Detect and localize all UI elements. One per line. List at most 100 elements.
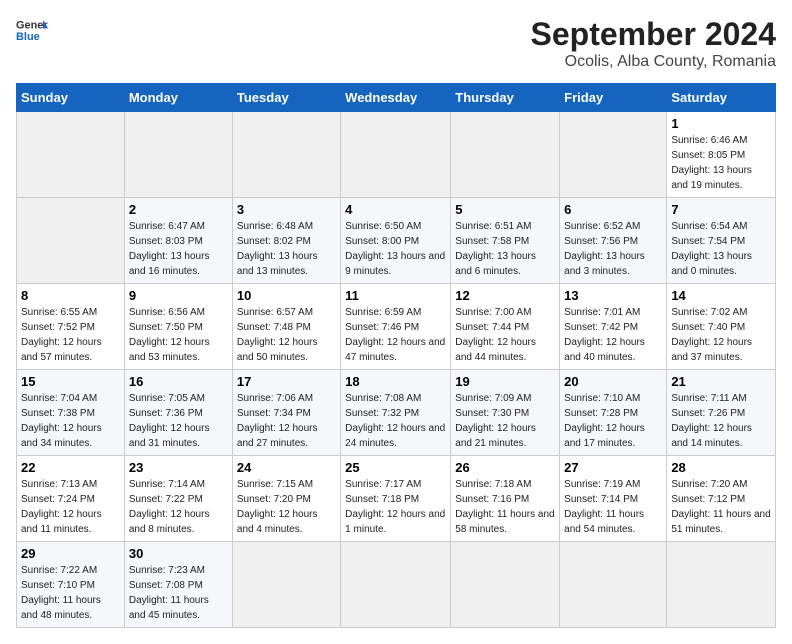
calendar-day-cell: 27Sunrise: 7:19 AMSunset: 7:14 PMDayligh… xyxy=(560,456,667,542)
calendar-day-cell: 4 Sunrise: 6:50 AMSunset: 8:00 PMDaylight… xyxy=(341,198,451,284)
day-info: Sunrise: 6:55 AMSunset: 7:52 PMDaylight:… xyxy=(21,305,120,365)
day-number: 24 xyxy=(237,460,336,475)
day-number: 2 xyxy=(129,202,228,217)
calendar-day-cell xyxy=(451,112,560,198)
calendar-day-cell: 12 Sunrise: 7:00 AMSunset: 7:44 PMDayligh… xyxy=(451,284,560,370)
day-info: Sunrise: 6:46 AMSunset: 8:05 PMDaylight:… xyxy=(671,133,771,193)
day-info: Sunrise: 7:19 AMSunset: 7:14 PMDaylight:… xyxy=(564,477,662,537)
page-subtitle: Ocolis, Alba County, Romania xyxy=(531,53,776,71)
day-info: Sunrise: 7:09 AMSunset: 7:30 PMDaylight:… xyxy=(455,391,555,451)
calendar-day-cell: 13Sunrise: 7:01 AMSunset: 7:42 PMDayligh… xyxy=(560,284,667,370)
day-info: Sunrise: 6:54 AMSunset: 7:54 PMDaylight:… xyxy=(671,219,771,279)
calendar-day-cell: 22 Sunrise: 7:13 AMSunset: 7:24 PMDayligh… xyxy=(17,456,125,542)
calendar-day-cell xyxy=(232,542,340,628)
day-number: 3 xyxy=(237,202,336,217)
day-number: 22 xyxy=(21,460,120,475)
page-title: September 2024 xyxy=(531,16,776,53)
day-info: Sunrise: 7:14 AMSunset: 7:22 PMDaylight:… xyxy=(129,477,228,537)
day-number: 9 xyxy=(129,288,228,303)
day-number: 12 xyxy=(455,288,555,303)
logo: General Blue xyxy=(16,16,48,44)
day-number: 20 xyxy=(564,374,662,389)
calendar-day-cell xyxy=(232,112,340,198)
calendar-day-cell: 6 Sunrise: 6:52 AMSunset: 7:56 PMDaylight… xyxy=(560,198,667,284)
calendar-day-cell xyxy=(560,112,667,198)
header-day-thursday: Thursday xyxy=(451,84,560,112)
calendar-table: SundayMondayTuesdayWednesdayThursdayFrid… xyxy=(16,83,776,628)
day-info: Sunrise: 7:05 AMSunset: 7:36 PMDaylight:… xyxy=(129,391,228,451)
day-info: Sunrise: 7:13 AMSunset: 7:24 PMDaylight:… xyxy=(21,477,120,537)
day-info: Sunrise: 7:18 AMSunset: 7:16 PMDaylight:… xyxy=(455,477,555,537)
day-info: Sunrise: 7:11 AMSunset: 7:26 PMDaylight:… xyxy=(671,391,771,451)
header-day-saturday: Saturday xyxy=(667,84,776,112)
day-info: Sunrise: 7:15 AMSunset: 7:20 PMDaylight:… xyxy=(237,477,336,537)
calendar-week-row: 2 Sunrise: 6:47 AMSunset: 8:03 PMDaylight… xyxy=(17,198,776,284)
calendar-week-row: 15 Sunrise: 7:04 AMSunset: 7:38 PMDayligh… xyxy=(17,370,776,456)
day-info: Sunrise: 7:02 AMSunset: 7:40 PMDaylight:… xyxy=(671,305,771,365)
calendar-day-cell: 17Sunrise: 7:06 AMSunset: 7:34 PMDayligh… xyxy=(232,370,340,456)
day-number: 11 xyxy=(345,288,446,303)
calendar-day-cell: 19 Sunrise: 7:09 AMSunset: 7:30 PMDayligh… xyxy=(451,370,560,456)
calendar-day-cell: 3Sunrise: 6:48 AMSunset: 8:02 PMDaylight… xyxy=(232,198,340,284)
day-number: 10 xyxy=(237,288,336,303)
calendar-day-cell xyxy=(17,112,125,198)
svg-text:Blue: Blue xyxy=(16,31,40,43)
day-info: Sunrise: 6:52 AMSunset: 7:56 PMDaylight:… xyxy=(564,219,662,279)
day-number: 1 xyxy=(671,116,771,131)
day-info: Sunrise: 6:57 AMSunset: 7:48 PMDaylight:… xyxy=(237,305,336,365)
calendar-day-cell xyxy=(17,198,125,284)
calendar-day-cell: 15 Sunrise: 7:04 AMSunset: 7:38 PMDayligh… xyxy=(17,370,125,456)
day-number: 4 xyxy=(345,202,446,217)
title-block: September 2024 Ocolis, Alba County, Roma… xyxy=(531,16,776,71)
calendar-day-cell: 9 Sunrise: 6:56 AMSunset: 7:50 PMDaylight… xyxy=(124,284,232,370)
day-number: 5 xyxy=(455,202,555,217)
calendar-day-cell xyxy=(560,542,667,628)
calendar-day-cell: 18 Sunrise: 7:08 AMSunset: 7:32 PMDayligh… xyxy=(341,370,451,456)
header-day-tuesday: Tuesday xyxy=(232,84,340,112)
calendar-day-cell: 10 Sunrise: 6:57 AMSunset: 7:48 PMDayligh… xyxy=(232,284,340,370)
day-info: Sunrise: 7:23 AMSunset: 7:08 PMDaylight:… xyxy=(129,563,228,623)
calendar-week-row: 1 Sunrise: 6:46 AMSunset: 8:05 PMDaylight… xyxy=(17,112,776,198)
day-number: 8 xyxy=(21,288,120,303)
day-number: 16 xyxy=(129,374,228,389)
calendar-day-cell: 28 Sunrise: 7:20 AMSunset: 7:12 PMDayligh… xyxy=(667,456,776,542)
day-number: 26 xyxy=(455,460,555,475)
calendar-day-cell xyxy=(451,542,560,628)
calendar-day-cell xyxy=(667,542,776,628)
header-day-wednesday: Wednesday xyxy=(341,84,451,112)
day-number: 7 xyxy=(671,202,771,217)
day-info: Sunrise: 7:00 AMSunset: 7:44 PMDaylight:… xyxy=(455,305,555,365)
calendar-day-cell: 23Sunrise: 7:14 AMSunset: 7:22 PMDayligh… xyxy=(124,456,232,542)
day-number: 15 xyxy=(21,374,120,389)
calendar-day-cell xyxy=(341,112,451,198)
day-number: 28 xyxy=(671,460,771,475)
day-number: 21 xyxy=(671,374,771,389)
day-number: 18 xyxy=(345,374,446,389)
day-number: 19 xyxy=(455,374,555,389)
day-info: Sunrise: 7:06 AMSunset: 7:34 PMDaylight:… xyxy=(237,391,336,451)
day-info: Sunrise: 7:04 AMSunset: 7:38 PMDaylight:… xyxy=(21,391,120,451)
calendar-day-cell xyxy=(124,112,232,198)
calendar-day-cell: 16 Sunrise: 7:05 AMSunset: 7:36 PMDayligh… xyxy=(124,370,232,456)
day-number: 14 xyxy=(671,288,771,303)
day-number: 30 xyxy=(129,546,228,561)
calendar-day-cell: 20Sunrise: 7:10 AMSunset: 7:28 PMDayligh… xyxy=(560,370,667,456)
calendar-day-cell: 7 Sunrise: 6:54 AMSunset: 7:54 PMDaylight… xyxy=(667,198,776,284)
day-number: 6 xyxy=(564,202,662,217)
day-info: Sunrise: 6:47 AMSunset: 8:03 PMDaylight:… xyxy=(129,219,228,279)
calendar-day-cell: 25 Sunrise: 7:17 AMSunset: 7:18 PMDayligh… xyxy=(341,456,451,542)
header-day-monday: Monday xyxy=(124,84,232,112)
header-day-sunday: Sunday xyxy=(17,84,125,112)
logo-icon: General Blue xyxy=(16,16,48,44)
calendar-week-row: 22 Sunrise: 7:13 AMSunset: 7:24 PMDayligh… xyxy=(17,456,776,542)
day-info: Sunrise: 7:20 AMSunset: 7:12 PMDaylight:… xyxy=(671,477,771,537)
day-info: Sunrise: 7:17 AMSunset: 7:18 PMDaylight:… xyxy=(345,477,446,537)
calendar-week-row: 29Sunrise: 7:22 AMSunset: 7:10 PMDayligh… xyxy=(17,542,776,628)
day-info: Sunrise: 6:56 AMSunset: 7:50 PMDaylight:… xyxy=(129,305,228,365)
day-info: Sunrise: 7:08 AMSunset: 7:32 PMDaylight:… xyxy=(345,391,446,451)
day-info: Sunrise: 6:51 AMSunset: 7:58 PMDaylight:… xyxy=(455,219,555,279)
calendar-week-row: 8 Sunrise: 6:55 AMSunset: 7:52 PMDaylight… xyxy=(17,284,776,370)
day-info: Sunrise: 6:50 AMSunset: 8:00 PMDaylight:… xyxy=(345,219,446,279)
day-number: 25 xyxy=(345,460,446,475)
calendar-day-cell: 11Sunrise: 6:59 AMSunset: 7:46 PMDayligh… xyxy=(341,284,451,370)
